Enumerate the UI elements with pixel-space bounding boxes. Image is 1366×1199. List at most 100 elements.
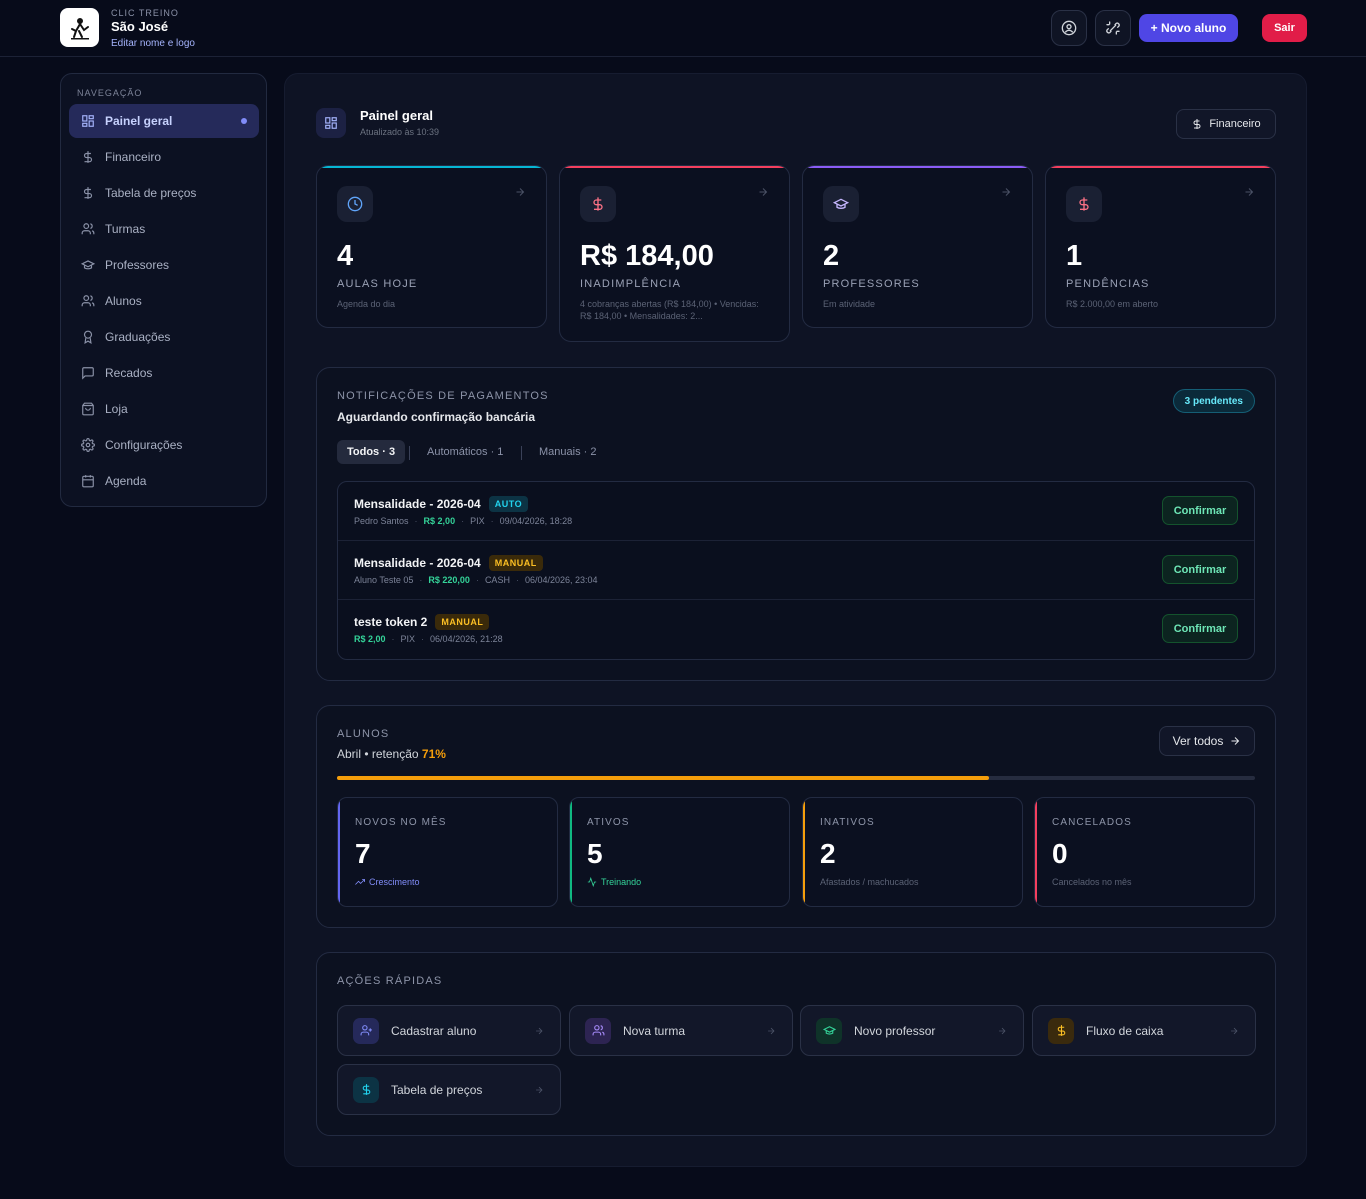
profile-button[interactable] <box>1051 10 1087 46</box>
retention-percent: 71% <box>421 747 446 761</box>
student-card-cancelados[interactable]: CANCELADOS 0 Cancelados no mês <box>1034 797 1255 907</box>
dollar-icon <box>1057 1025 1065 1036</box>
stat-accent-bar <box>803 166 1032 168</box>
meta-separator: · <box>414 516 418 526</box>
tab-divider <box>409 446 410 460</box>
gear-icon <box>81 438 95 452</box>
sidebar-item-professores[interactable]: Professores <box>69 248 259 282</box>
stat-card-professores[interactable]: 2 PROFESSORES Em atividade <box>802 165 1033 328</box>
active-indicator <box>241 118 247 124</box>
sidebar-item-tabela-precos[interactable]: Tabela de preços <box>69 176 259 210</box>
section-kicker: AÇÕES RÁPIDAS <box>337 975 443 987</box>
view-all-students-button[interactable]: Ver todos <box>1159 726 1255 756</box>
sidebar-item-recados[interactable]: Recados <box>69 356 259 390</box>
payment-meta: Pedro Santos · R$ 2,00 · PIX · 09/04/202… <box>354 516 572 526</box>
payment-meta: R$ 2,00 · PIX · 06/04/2026, 21:28 <box>354 634 503 644</box>
card-value: 2 <box>820 838 836 869</box>
sidebar-item-label: Recados <box>105 366 153 380</box>
page-title: Painel geral <box>360 108 433 123</box>
arrow-right-icon <box>536 1086 543 1094</box>
stat-label: PENDÊNCIAS <box>1066 278 1150 290</box>
dollar-icon <box>83 187 93 199</box>
arrow-right-icon <box>759 188 768 196</box>
stat-subtext: Agenda do dia <box>337 299 396 309</box>
quick-action-fluxo-caixa[interactable]: Fluxo de caixa <box>1032 1005 1256 1056</box>
quick-action-icon-box <box>353 1017 379 1044</box>
card-accent-bar <box>1035 798 1037 906</box>
dollar-icon <box>1079 197 1089 211</box>
meta-separator: · <box>461 516 465 526</box>
payment-student: Aluno Teste 05 <box>354 575 414 585</box>
stat-label: AULAS HOJE <box>337 278 418 290</box>
sidebar-item-configuracoes[interactable]: Configurações <box>69 428 259 462</box>
student-card-inativos[interactable]: INATIVOS 2 Afastados / machucados <box>802 797 1023 907</box>
exit-button[interactable]: Sair <box>1262 14 1307 42</box>
confirm-button[interactable]: Confirmar <box>1162 496 1238 525</box>
sidebar-item-turmas[interactable]: Turmas <box>69 212 259 246</box>
financeiro-button[interactable]: Financeiro <box>1176 109 1276 139</box>
sidebar-item-painel-geral[interactable]: Painel geral <box>69 104 259 138</box>
dollar-icon <box>593 197 603 211</box>
card-label: ATIVOS <box>587 817 630 828</box>
users-icon <box>592 1025 604 1036</box>
quick-action-icon-box <box>816 1017 842 1044</box>
stat-card-inadimplencia[interactable]: R$ 184,00 INADIMPLÊNCIA 4 cobranças aber… <box>559 165 790 342</box>
dollar-icon <box>83 151 93 163</box>
card-value: 5 <box>587 838 603 869</box>
quick-action-label: Fluxo de caixa <box>1086 1023 1164 1038</box>
card-subtext-text: Crescimento <box>369 877 420 887</box>
sidebar-item-label: Loja <box>105 402 128 416</box>
card-subtext: Crescimento <box>355 877 420 887</box>
students-section: ALUNOS Abril • retenção 71% Ver todos NO… <box>316 705 1276 928</box>
quick-action-cadastrar-aluno[interactable]: Cadastrar aluno <box>337 1005 561 1056</box>
quick-action-tabela-precos[interactable]: Tabela de preços <box>337 1064 561 1115</box>
stat-value: 1 <box>1066 240 1083 272</box>
tab-divider <box>521 446 522 460</box>
unlink-button[interactable] <box>1095 10 1131 46</box>
stat-label: INADIMPLÊNCIA <box>580 278 682 290</box>
card-subtext-text: Afastados / machucados <box>820 877 919 887</box>
payment-row: Mensalidade - 2026-04 AUTO Pedro Santos … <box>338 482 1254 541</box>
quick-action-label: Cadastrar aluno <box>391 1023 477 1038</box>
payment-title-text: Mensalidade - 2026-04 <box>354 556 481 570</box>
sidebar-item-financeiro[interactable]: Financeiro <box>69 140 259 174</box>
brand-logo[interactable] <box>60 8 99 47</box>
quick-action-icon-box <box>353 1076 379 1103</box>
stat-value: R$ 184,00 <box>580 240 714 272</box>
dollar-icon <box>1193 119 1201 129</box>
sidebar-item-label: Graduações <box>105 330 171 344</box>
sidebar-item-alunos[interactable]: Alunos <box>69 284 259 318</box>
sidebar-item-loja[interactable]: Loja <box>69 392 259 426</box>
tab-manuais[interactable]: Manuais · 2 <box>539 440 596 464</box>
stat-accent-bar <box>1046 166 1275 168</box>
confirm-button[interactable]: Confirmar <box>1162 555 1238 584</box>
student-card-novos[interactable]: NOVOS NO MÊS 7 Crescimento <box>337 797 558 907</box>
payment-type-tag: MANUAL <box>435 614 490 630</box>
payment-datetime: 06/04/2026, 23:04 <box>524 575 598 585</box>
user-plus-icon <box>360 1025 372 1036</box>
card-subtext: Cancelados no mês <box>1052 877 1132 887</box>
section-kicker: ALUNOS <box>337 728 390 740</box>
top-bar: CLIC TREINO São José Editar nome e logo … <box>0 0 1366 57</box>
confirm-button[interactable]: Confirmar <box>1162 614 1238 643</box>
tab-automaticos[interactable]: Automáticos · 1 <box>427 440 503 464</box>
sidebar-item-graduacoes[interactable]: Graduações <box>69 320 259 354</box>
stat-card-pendencias[interactable]: 1 PENDÊNCIAS R$ 2.000,00 em aberto <box>1045 165 1276 328</box>
logo-emblem-icon <box>70 17 89 39</box>
sidebar-item-label: Configurações <box>105 438 183 452</box>
quick-action-nova-turma[interactable]: Nova turma <box>569 1005 793 1056</box>
sidebar-item-agenda[interactable]: Agenda <box>69 464 259 498</box>
new-student-button[interactable]: + Novo aluno <box>1139 14 1238 42</box>
sidebar-item-label: Alunos <box>105 294 142 308</box>
edit-brand-link[interactable]: Editar nome e logo <box>111 38 195 49</box>
card-accent-bar <box>338 798 340 906</box>
quick-action-label: Nova turma <box>623 1023 686 1038</box>
tab-todos[interactable]: Todos · 3 <box>337 440 406 464</box>
users-icon <box>81 223 95 235</box>
grid-icon <box>82 115 94 127</box>
unlink-icon <box>1106 21 1120 35</box>
stat-card-aulas-hoje[interactable]: 4 AULAS HOJE Agenda do dia <box>316 165 547 328</box>
financeiro-button-label: Financeiro <box>1209 118 1261 130</box>
student-card-ativos[interactable]: ATIVOS 5 Treinando <box>569 797 790 907</box>
quick-action-novo-professor[interactable]: Novo professor <box>800 1005 1024 1056</box>
